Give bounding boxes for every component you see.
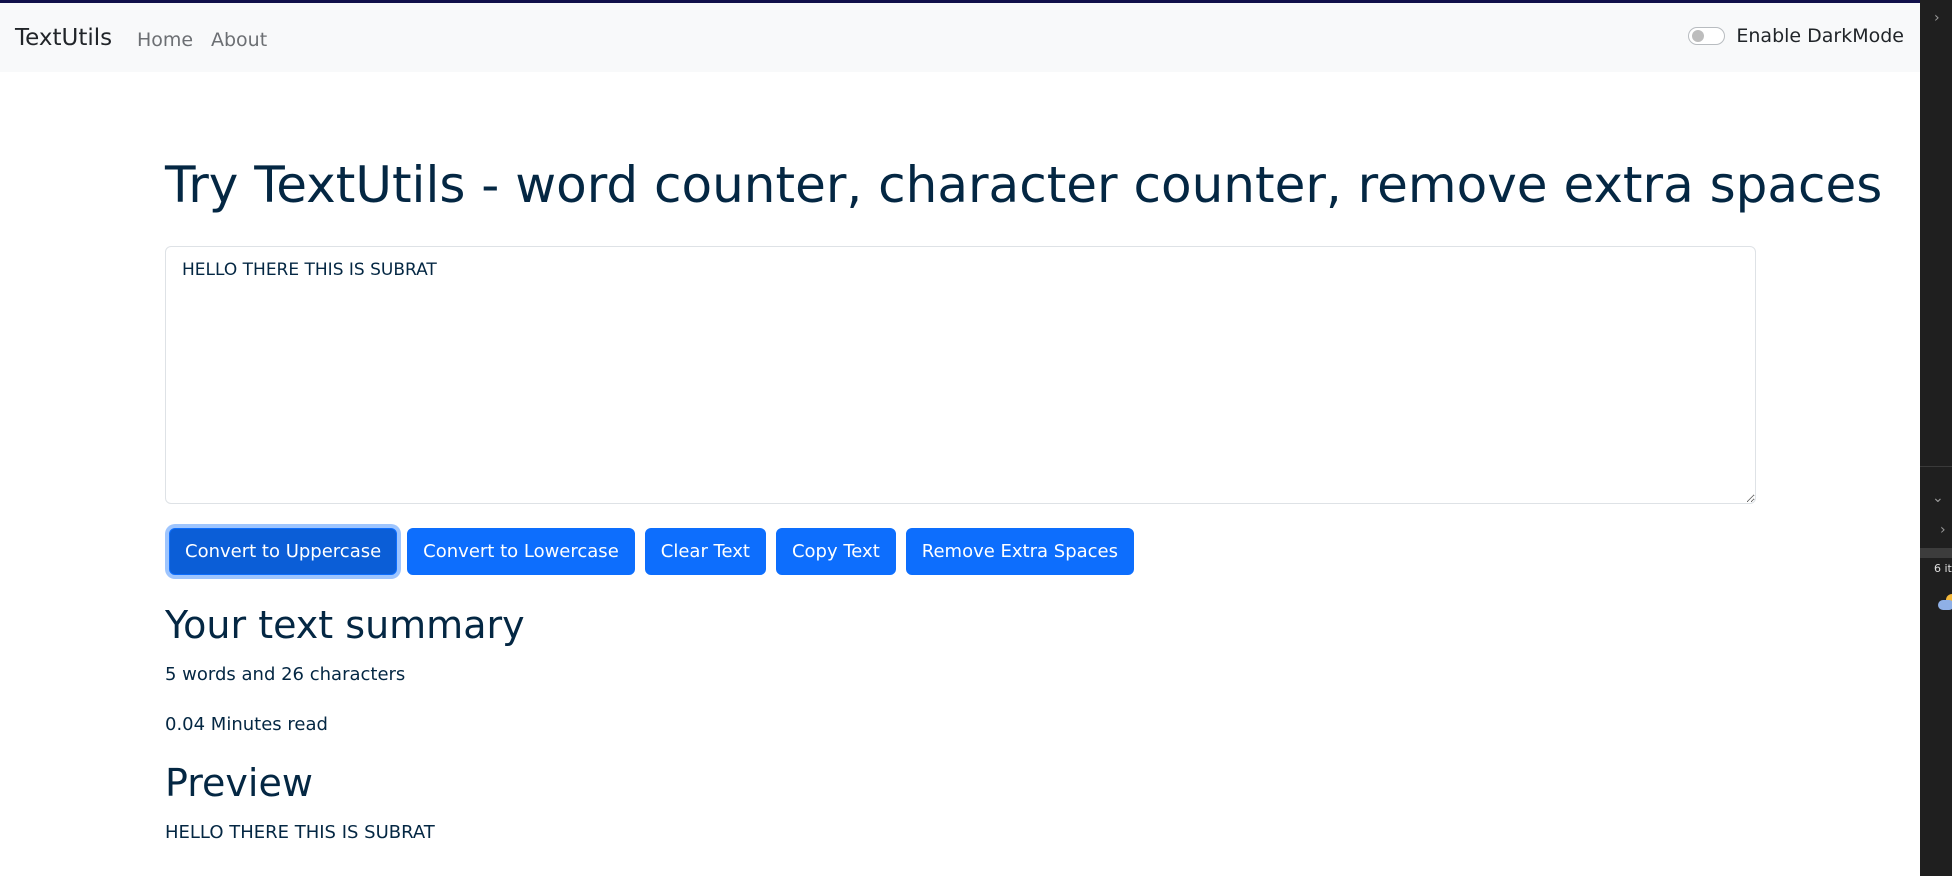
panel-gray-strip <box>1920 548 1952 558</box>
lowercase-button[interactable]: Convert to Lowercase <box>407 528 635 575</box>
chevron-down-icon[interactable]: ⌄ <box>1932 490 1944 506</box>
nav-link-home[interactable]: Home <box>137 29 193 51</box>
brand-link[interactable]: TextUtils <box>15 25 112 51</box>
darkmode-label[interactable]: Enable DarkMode <box>1736 25 1904 47</box>
nav-link-about[interactable]: About <box>211 29 267 51</box>
side-panel: › ⌄ › 6 it <box>1920 0 1952 876</box>
chevron-right-icon[interactable]: › <box>1940 522 1946 538</box>
uppercase-button[interactable]: Convert to Uppercase <box>169 528 398 575</box>
action-buttons: Convert to Uppercase Convert to Lowercas… <box>169 528 1144 575</box>
weather-icon[interactable] <box>1938 592 1952 614</box>
text-input[interactable]: HELLO THERE THIS IS SUBRAT <box>165 246 1756 504</box>
switch-knob <box>1692 30 1705 42</box>
read-time: 0.04 Minutes read <box>165 714 328 735</box>
darkmode-toggle-group: Enable DarkMode <box>1688 25 1904 47</box>
preview-heading: Preview <box>165 761 313 805</box>
darkmode-switch[interactable] <box>1688 27 1726 45</box>
navbar: TextUtils Home About Enable DarkMode <box>0 3 1920 72</box>
item-count-text: 6 it <box>1934 562 1952 575</box>
summary-counts: 5 words and 26 characters <box>165 664 406 685</box>
panel-divider <box>1920 466 1952 467</box>
clear-text-button[interactable]: Clear Text <box>644 528 766 575</box>
chevron-right-icon[interactable]: › <box>1934 10 1940 26</box>
copy-text-button[interactable]: Copy Text <box>775 528 896 575</box>
preview-text: HELLO THERE THIS IS SUBRAT <box>165 822 435 843</box>
remove-extra-spaces-button[interactable]: Remove Extra Spaces <box>905 528 1134 575</box>
summary-heading: Your text summary <box>165 603 525 647</box>
page-title: Try TextUtils - word counter, character … <box>165 156 1883 214</box>
